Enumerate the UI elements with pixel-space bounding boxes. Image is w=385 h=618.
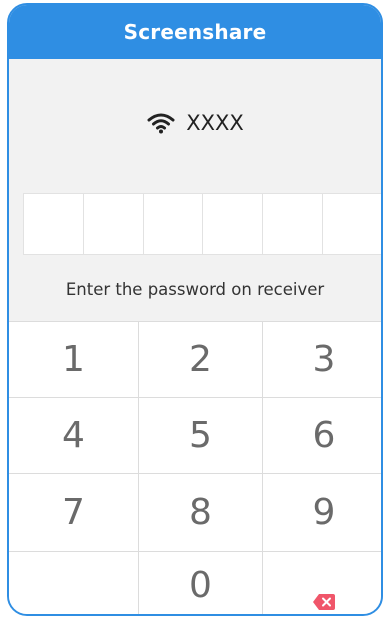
key-3[interactable]: 3 [263, 322, 381, 398]
key-2[interactable]: 2 [139, 322, 263, 398]
key-9[interactable]: 9 [263, 474, 381, 552]
pin-digit-box[interactable] [263, 194, 324, 254]
key-0[interactable]: 0 [139, 552, 263, 614]
pin-digit-box[interactable] [23, 194, 84, 254]
key-empty [9, 552, 139, 614]
key-7[interactable]: 7 [9, 474, 139, 552]
key-1[interactable]: 1 [9, 322, 139, 398]
key-5[interactable]: 5 [139, 398, 263, 474]
key-8[interactable]: 8 [139, 474, 263, 552]
wifi-icon [146, 112, 176, 134]
pin-digit-box[interactable] [144, 194, 204, 254]
screenshare-dialog: Screenshare XXXX Enter the password on r… [7, 3, 383, 616]
network-name: XXXX [186, 111, 244, 135]
pin-digit-box[interactable] [323, 194, 381, 254]
key-6[interactable]: 6 [263, 398, 381, 474]
backspace-icon [313, 578, 335, 610]
password-input[interactable] [23, 193, 381, 255]
key-4[interactable]: 4 [9, 398, 139, 474]
numeric-keypad: 1 2 3 4 5 6 7 8 9 0 [9, 321, 381, 614]
backspace-button[interactable] [263, 552, 381, 614]
header-title: Screenshare [9, 5, 381, 59]
pin-digit-box[interactable] [84, 194, 144, 254]
network-info: XXXX [9, 107, 381, 139]
instruction-text: Enter the password on receiver [65, 279, 325, 299]
pin-digit-box[interactable] [203, 194, 264, 254]
